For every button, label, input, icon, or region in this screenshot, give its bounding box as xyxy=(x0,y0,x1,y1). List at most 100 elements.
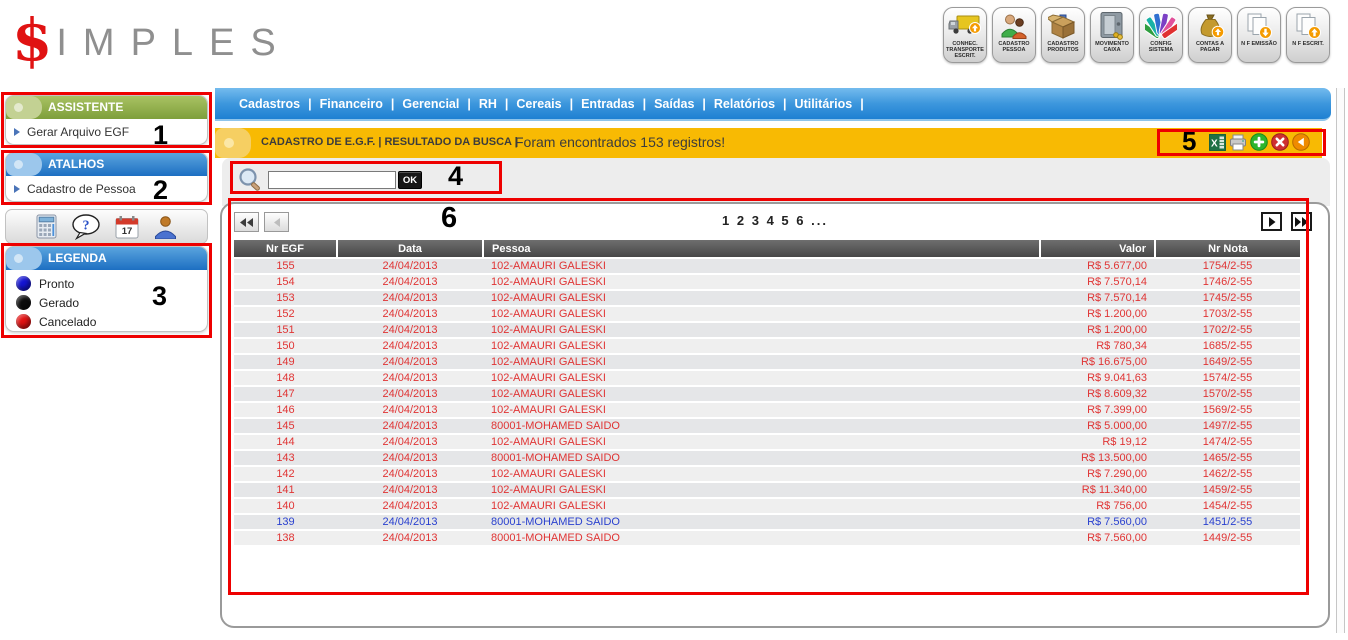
cell-data: 24/04/2013 xyxy=(337,402,483,418)
table-row[interactable]: 15024/04/2013102-AMAURI GALESKIR$ 780,34… xyxy=(234,338,1300,354)
nav-item-cereais[interactable]: Cereais xyxy=(516,97,561,111)
tab-dot-icon xyxy=(14,160,23,169)
table-row[interactable]: 14624/04/2013102-AMAURI GALESKIR$ 7.399,… xyxy=(234,402,1300,418)
cell-data: 24/04/2013 xyxy=(337,386,483,402)
table-row[interactable]: 13924/04/201380001-MOHAMED SAIDOR$ 7.560… xyxy=(234,514,1300,530)
cell-nota: 1459/2-55 xyxy=(1155,482,1300,498)
table-row[interactable]: 14724/04/2013102-AMAURI GALESKIR$ 8.609,… xyxy=(234,386,1300,402)
table-row[interactable]: 14424/04/2013102-AMAURI GALESKIR$ 19,121… xyxy=(234,434,1300,450)
add-record-icon[interactable] xyxy=(1250,133,1268,151)
search-input[interactable] xyxy=(268,171,396,189)
delete-record-icon[interactable] xyxy=(1271,133,1289,151)
cell-nr: 144 xyxy=(234,434,337,450)
cell-pessoa: 102-AMAURI GALESKI xyxy=(483,402,1040,418)
cell-data: 24/04/2013 xyxy=(337,466,483,482)
pagination-last-button[interactable] xyxy=(1291,212,1312,231)
sidebar-item-gerar-arquivo-egf[interactable]: Gerar Arquivo EGF xyxy=(6,119,207,144)
cell-pessoa: 102-AMAURI GALESKI xyxy=(483,290,1040,306)
toolbar-button-config-sistema[interactable]: CONFIG SISTEMA xyxy=(1139,7,1183,63)
nav-separator: | xyxy=(570,97,574,111)
toolbar-button-contas-a-pagar[interactable]: CONTAS A PAGAR xyxy=(1188,7,1232,63)
cell-nota: 1745/2-55 xyxy=(1155,290,1300,306)
toolbar-button-label: N F EMISSÃO xyxy=(1238,41,1280,47)
search-ok-button[interactable]: OK xyxy=(398,171,422,189)
table-row[interactable]: 15224/04/2013102-AMAURI GALESKIR$ 1.200,… xyxy=(234,306,1300,322)
column-header-pessoa[interactable]: Pessoa xyxy=(483,240,1040,258)
toolbar-button-cadastro-produtos[interactable]: CADASTRO PRODUTOS xyxy=(1041,7,1085,63)
legend-item-gerado: Gerado xyxy=(6,293,207,312)
panel-title: LEGENDA xyxy=(48,251,107,265)
tab-dot-icon xyxy=(224,138,234,148)
nav-item-saídas[interactable]: Saídas xyxy=(654,97,694,111)
result-count-message: Foram encontrados 153 registros! xyxy=(515,134,725,150)
table-row[interactable]: 14524/04/201380001-MOHAMED SAIDOR$ 5.000… xyxy=(234,418,1300,434)
sidebar-panel-assistente: ASSISTENTE Gerar Arquivo EGF xyxy=(5,95,208,145)
nav-separator: | xyxy=(783,97,787,111)
excel-export-icon[interactable]: X xyxy=(1209,134,1226,151)
nav-item-entradas[interactable]: Entradas xyxy=(581,97,635,111)
table-row[interactable]: 14324/04/201380001-MOHAMED SAIDOR$ 13.50… xyxy=(234,450,1300,466)
print-icon[interactable] xyxy=(1229,134,1247,151)
cell-nota: 1569/2-55 xyxy=(1155,402,1300,418)
cell-valor: R$ 7.290,00 xyxy=(1040,466,1155,482)
nav-item-financeiro[interactable]: Financeiro xyxy=(320,97,383,111)
cell-pessoa: 102-AMAURI GALESKI xyxy=(483,354,1040,370)
toolbar-button-cadastro-pessoa[interactable]: CADASTRO PESSOA xyxy=(992,7,1036,63)
table-row[interactable]: 13824/04/201380001-MOHAMED SAIDOR$ 7.560… xyxy=(234,530,1300,546)
column-header-nr-egf[interactable]: Nr EGF xyxy=(234,240,337,258)
user-icon[interactable] xyxy=(153,215,178,239)
cell-pessoa: 102-AMAURI GALESKI xyxy=(483,322,1040,338)
safe-icon xyxy=(1099,10,1125,41)
tab-dot-icon xyxy=(14,254,23,263)
pagination-next-button[interactable] xyxy=(1261,212,1282,231)
search-strip: OK xyxy=(222,158,1330,206)
cell-valor: R$ 780,34 xyxy=(1040,338,1155,354)
cell-nota: 1685/2-55 xyxy=(1155,338,1300,354)
table-row[interactable]: 15124/04/2013102-AMAURI GALESKIR$ 1.200,… xyxy=(234,322,1300,338)
table-row[interactable]: 14824/04/2013102-AMAURI GALESKIR$ 9.041,… xyxy=(234,370,1300,386)
panel-tab xyxy=(6,96,42,119)
tab-dot-icon xyxy=(14,103,23,112)
table-row[interactable]: 15524/04/2013102-AMAURI GALESKIR$ 5.677,… xyxy=(234,258,1300,274)
column-header-valor[interactable]: Valor xyxy=(1040,240,1155,258)
cell-pessoa: 102-AMAURI GALESKI xyxy=(483,370,1040,386)
cell-pessoa: 102-AMAURI GALESKI xyxy=(483,306,1040,322)
toolbar-button-nf-escrit[interactable]: N F ESCRIT. xyxy=(1286,7,1330,63)
cell-nr: 147 xyxy=(234,386,337,402)
cell-nota: 1465/2-55 xyxy=(1155,450,1300,466)
cell-pessoa: 102-AMAURI GALESKI xyxy=(483,498,1040,514)
quick-access-toolbar: CONHEC. TRANSPORTE ESCRIT. CADASTRO PESS… xyxy=(943,7,1330,63)
nav-item-utilitários[interactable]: Utilitários xyxy=(795,97,853,111)
nav-item-gerencial[interactable]: Gerencial xyxy=(402,97,459,111)
table-row[interactable]: 15424/04/2013102-AMAURI GALESKIR$ 7.570,… xyxy=(234,274,1300,290)
cell-data: 24/04/2013 xyxy=(337,418,483,434)
cell-nr: 154 xyxy=(234,274,337,290)
status-bar-actions: X xyxy=(1209,133,1310,151)
vertical-scrollbar[interactable] xyxy=(1336,88,1345,633)
table-row[interactable]: 15324/04/2013102-AMAURI GALESKIR$ 7.570,… xyxy=(234,290,1300,306)
table-row[interactable]: 14024/04/2013102-AMAURI GALESKIR$ 756,00… xyxy=(234,498,1300,514)
toolbar-button-conhec-transporte[interactable]: CONHEC. TRANSPORTE ESCRIT. xyxy=(943,7,987,63)
column-header-data[interactable]: Data xyxy=(337,240,483,258)
column-header-nr-nota[interactable]: Nr Nota xyxy=(1155,240,1300,258)
nav-item-relatórios[interactable]: Relatórios xyxy=(714,97,775,111)
nav-item-cadastros[interactable]: Cadastros xyxy=(239,97,300,111)
cell-data: 24/04/2013 xyxy=(337,306,483,322)
cell-nr: 155 xyxy=(234,258,337,274)
back-icon[interactable] xyxy=(1292,133,1310,151)
nav-separator: | xyxy=(467,97,471,111)
table-row[interactable]: 14124/04/2013102-AMAURI GALESKIR$ 11.340… xyxy=(234,482,1300,498)
toolbar-button-label: CONFIG SISTEMA xyxy=(1140,41,1182,53)
toolbar-button-nf-emissao[interactable]: N F EMISSÃO xyxy=(1237,7,1281,63)
sidebar-item-cadastro-de-pessoa[interactable]: Cadastro de Pessoa xyxy=(6,176,207,201)
panel-header-legenda: LEGENDA xyxy=(6,247,207,270)
table-row[interactable]: 14924/04/2013102-AMAURI GALESKIR$ 16.675… xyxy=(234,354,1300,370)
toolbar-button-movimento-caixa[interactable]: MOVIMENTO CAIXA xyxy=(1090,7,1134,63)
nav-item-rh[interactable]: RH xyxy=(479,97,497,111)
cell-nr: 149 xyxy=(234,354,337,370)
pagination-pages[interactable]: 1 2 3 4 5 6 ... xyxy=(222,213,1328,228)
table-row[interactable]: 14224/04/2013102-AMAURI GALESKIR$ 7.290,… xyxy=(234,466,1300,482)
calendar-icon[interactable]: 17 xyxy=(115,215,139,239)
calculator-icon[interactable] xyxy=(36,214,57,239)
help-icon[interactable]: ? xyxy=(71,214,101,240)
